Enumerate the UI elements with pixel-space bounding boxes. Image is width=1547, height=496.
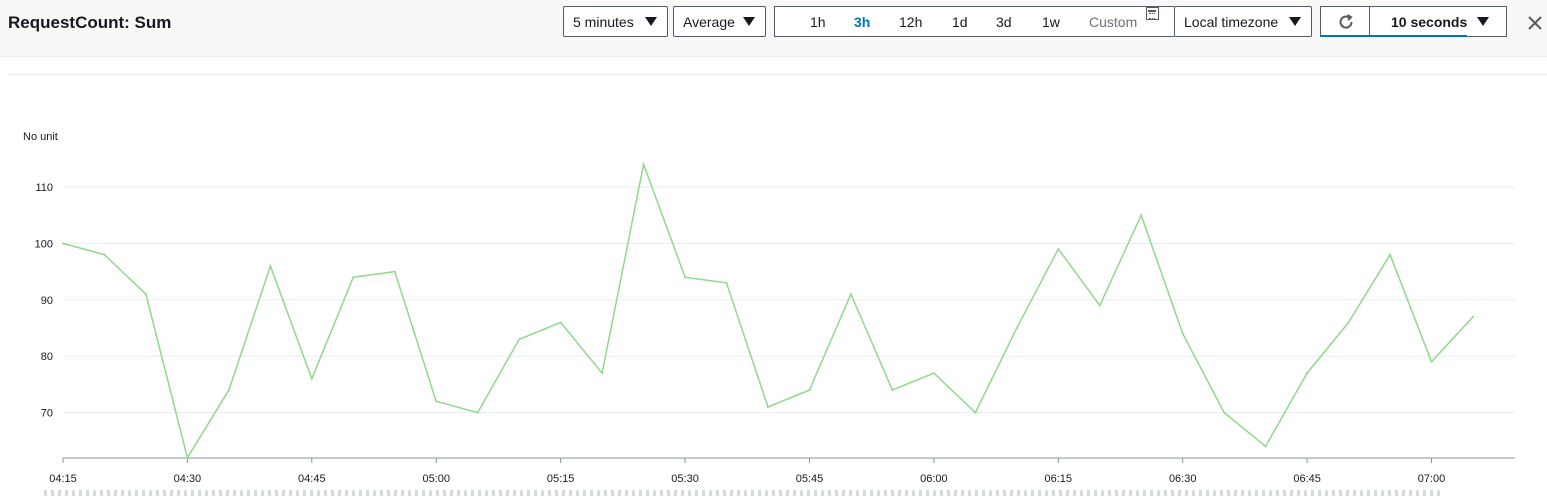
data-point [1140,214,1143,217]
data-point [1264,445,1267,448]
range-3d[interactable]: 3d [996,14,1012,30]
caret-down-icon [743,17,755,26]
data-point [891,389,894,392]
caret-down-icon [1289,17,1301,26]
data-point [1306,372,1309,375]
calendar-icon[interactable] [1146,7,1159,20]
data-point [1472,315,1474,318]
y-tick-label: 100 [35,238,53,250]
y-tick-label: 80 [41,351,53,363]
data-point [103,253,106,256]
x-tick-label: 05:15 [547,473,575,485]
timezone-value: Local timezone [1184,13,1279,30]
data-point [725,281,728,284]
series-line [62,161,1474,460]
active-underline [1370,35,1467,37]
range-1w[interactable]: 1w [1042,14,1060,30]
data-point [1098,304,1101,307]
period-value: 5 minutes [573,13,634,30]
y-tick-label: 90 [41,295,53,307]
caret-down-icon [1477,17,1489,26]
timezone-dropdown[interactable]: Local timezone [1174,6,1312,37]
data-point [1223,411,1226,414]
refresh-interval-dropdown[interactable]: 10 seconds [1370,6,1507,37]
data-point [1181,332,1184,335]
refresh-button[interactable] [1320,6,1370,37]
refresh-interval-value: 10 seconds [1391,14,1468,30]
data-point [227,389,230,392]
data-point [435,400,438,403]
data-point [269,264,272,267]
x-tick-label: 05:30 [671,473,699,485]
data-point [932,372,935,375]
divider [8,74,1547,75]
data-point [1015,327,1018,329]
data-point [974,411,977,414]
x-tick-label: 06:15 [1045,473,1073,485]
x-tick-label: 06:30 [1169,473,1197,485]
data-point [808,389,811,392]
line-chart: 70 80 90 100 110 04:15 04:30 04:45 05:00 05:15 05:… [35,161,1515,485]
y-tick-label: 110 [35,182,53,194]
data-point [144,293,147,296]
x-tick-label: 06:00 [920,473,948,485]
data-point [352,276,355,279]
x-tick-label: 07:00 [1418,473,1446,485]
data-point [518,338,521,341]
x-tick-label: 06:45 [1293,473,1321,485]
data-point [1347,321,1350,324]
range-custom[interactable]: Custom [1089,14,1137,30]
data-point [849,293,852,296]
x-tick-label: 04:45 [298,473,326,485]
data-point [1430,360,1433,363]
data-point [684,276,687,279]
close-icon[interactable] [1526,14,1544,32]
range-3h[interactable]: 3h [854,14,870,30]
data-point [476,411,479,414]
period-dropdown[interactable]: 5 minutes [563,6,668,37]
x-tick-label: 05:00 [422,473,450,485]
caret-down-icon [645,17,657,26]
data-point [601,372,604,375]
data-point [310,377,313,380]
time-range-selector: 1h 3h 12h 1d 3d 1w Custom [774,6,1174,37]
widget-header: RequestCount: Sum 5 minutes Average 1h 3… [0,0,1547,57]
x-tick-label: 04:30 [174,473,202,485]
range-1h[interactable]: 1h [810,14,826,30]
statistic-dropdown[interactable]: Average [673,6,766,37]
widget-title: RequestCount: Sum [8,13,172,32]
data-point [62,242,64,245]
statistic-value: Average [683,13,735,30]
data-point [1057,248,1060,251]
data-point [393,270,396,273]
x-tick-label: 05:45 [796,473,824,485]
data-point [186,456,189,459]
range-12h[interactable]: 12h [899,14,922,30]
x-tick-label: 04:15 [49,473,77,485]
y-tick-label: 70 [41,408,53,420]
data-point [1389,253,1392,256]
data-point [642,163,645,166]
range-1d[interactable]: 1d [952,14,968,30]
refresh-icon [1339,14,1353,29]
data-point [559,321,562,324]
legend-strip [44,490,1444,496]
data-point [767,405,769,408]
